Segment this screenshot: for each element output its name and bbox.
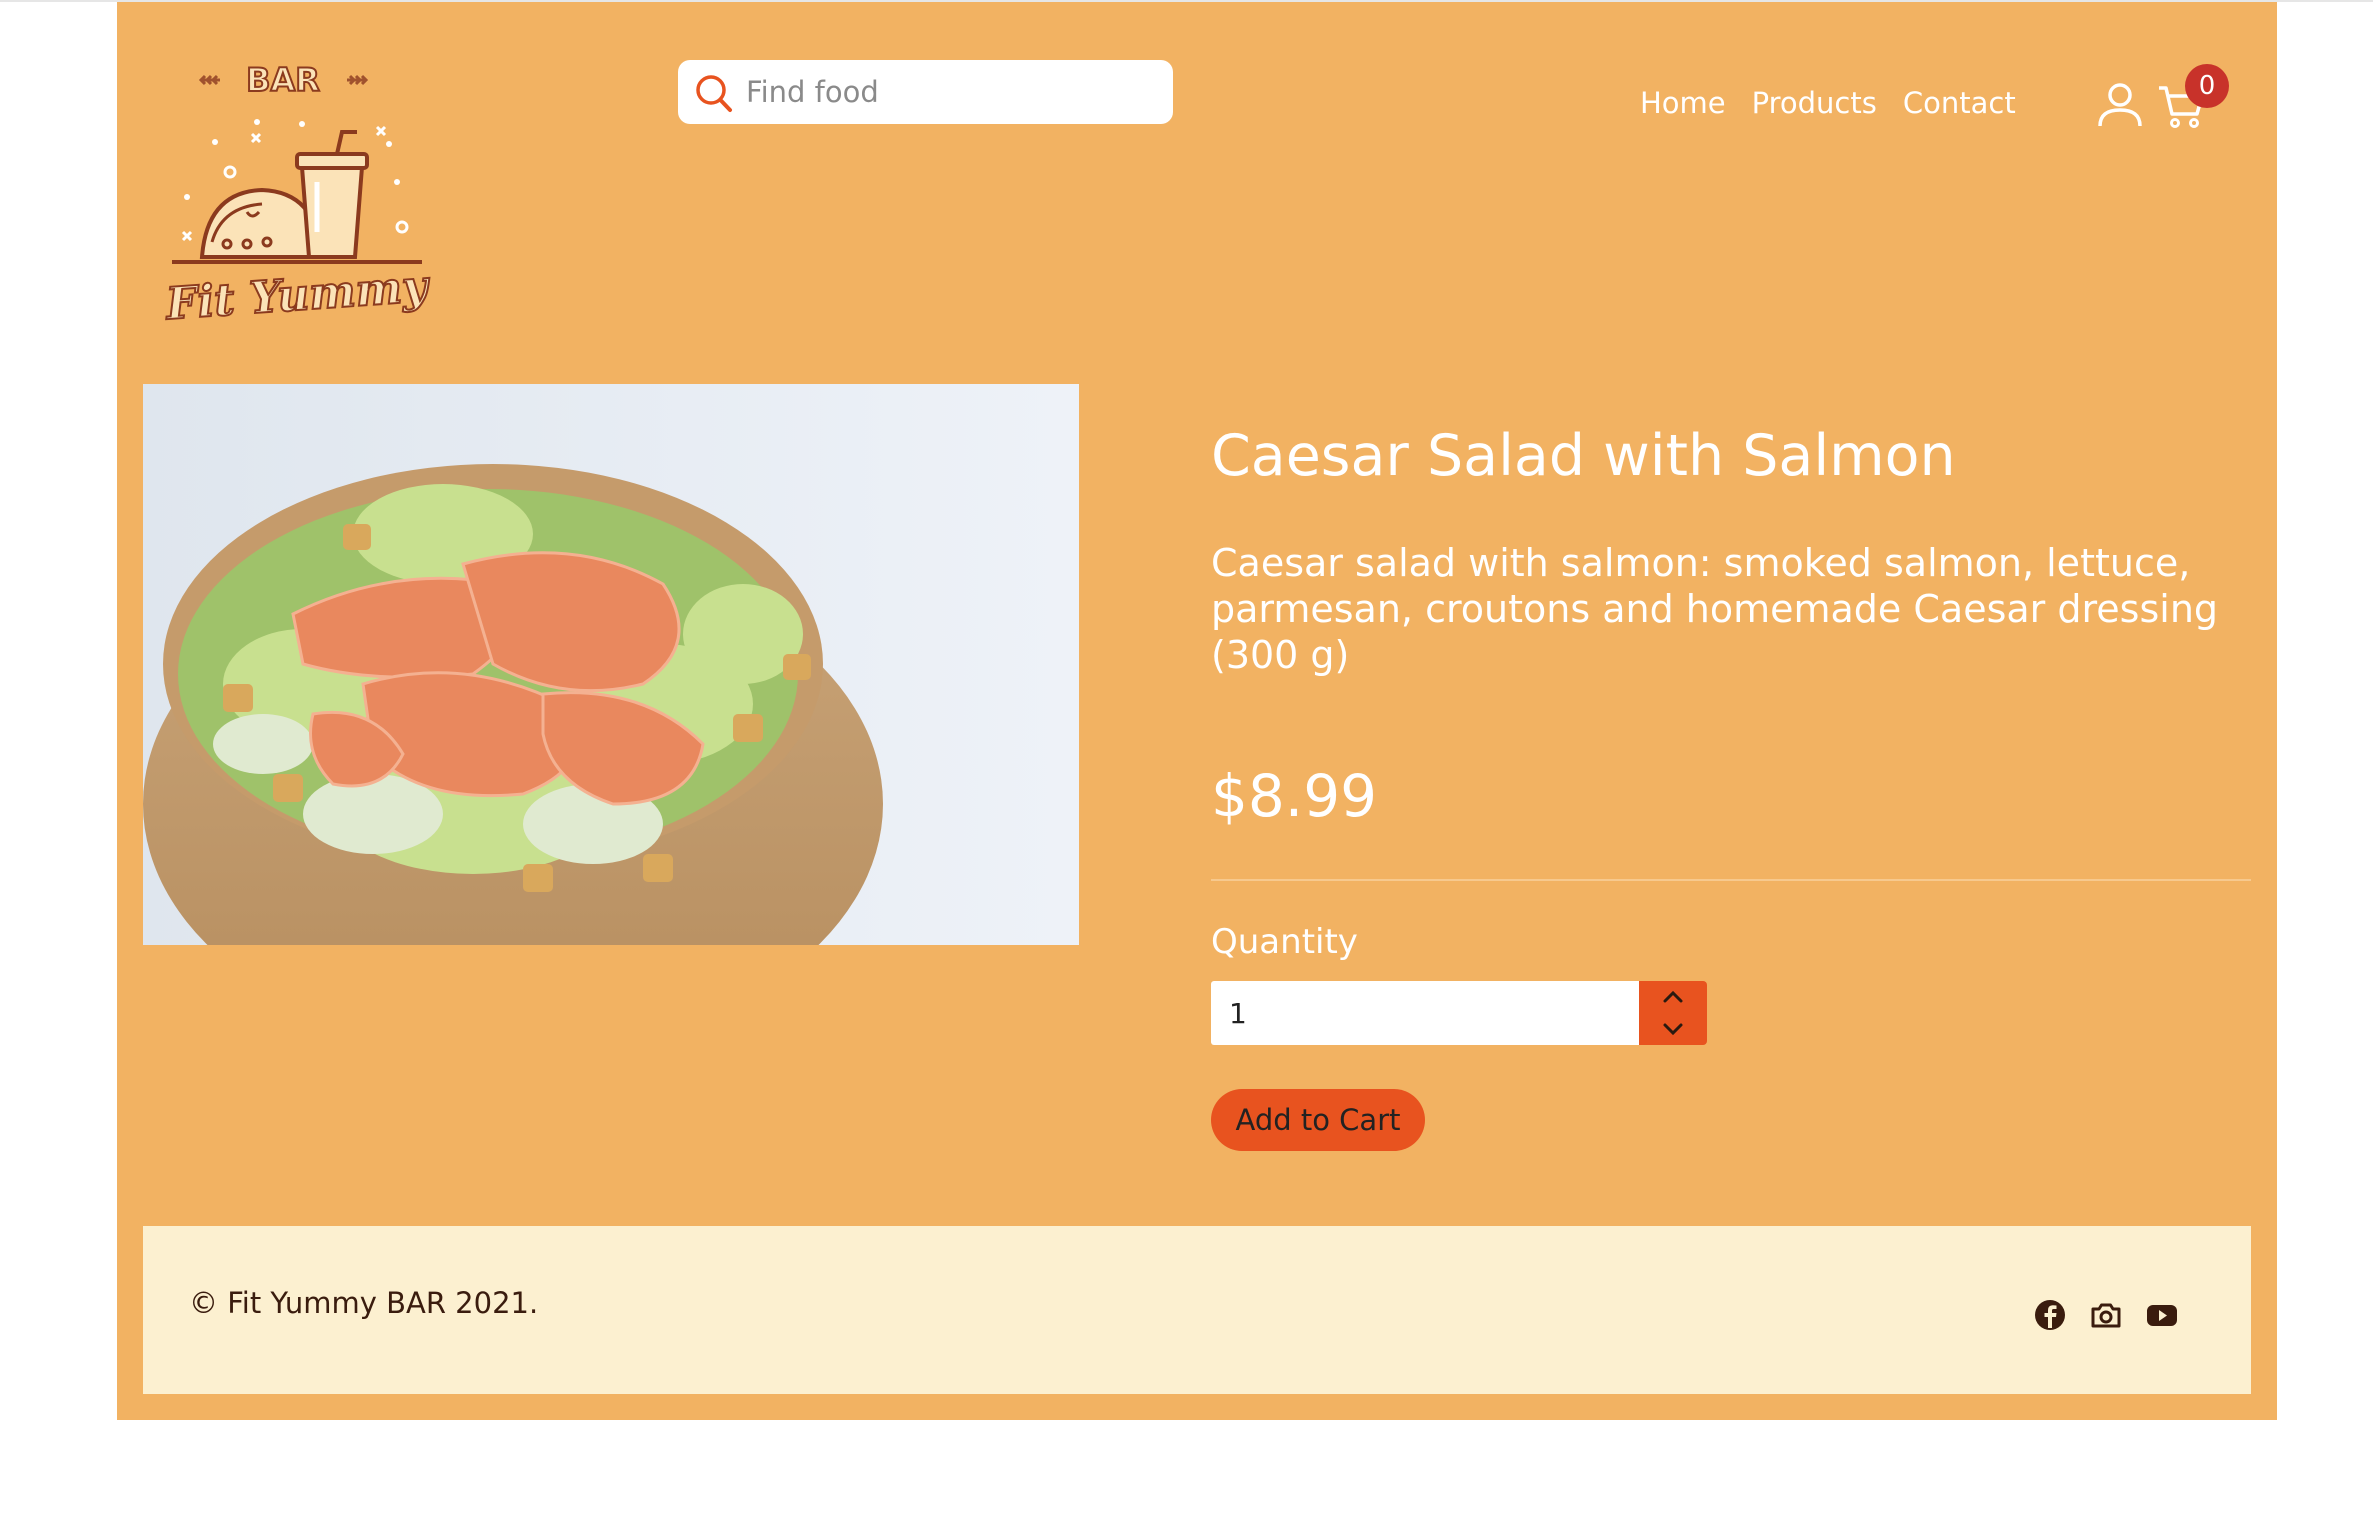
nav-link-contact[interactable]: Contact (1903, 86, 2016, 120)
product-image (143, 384, 1079, 945)
chevron-down-icon (1663, 1023, 1683, 1036)
page-container: BAR Fit Yummy Home (117, 2, 2277, 1420)
user-icon[interactable] (2095, 80, 2145, 130)
nav-link-home[interactable]: Home (1640, 86, 1726, 120)
youtube-icon[interactable] (2145, 1298, 2179, 1332)
camera-icon[interactable] (2089, 1298, 2123, 1332)
add-to-cart-button[interactable]: Add to Cart (1211, 1089, 1425, 1151)
quantity-decrement-button[interactable] (1639, 1013, 1707, 1045)
copyright-text: © Fit Yummy BAR 2021. (189, 1286, 539, 1320)
cart-count-badge: 0 (2185, 64, 2229, 108)
main-nav: Home Products Contact (1640, 86, 2016, 120)
brand-logo[interactable]: BAR Fit Yummy (147, 32, 437, 322)
quantity-increment-button[interactable] (1639, 981, 1707, 1013)
logo-top-text: BAR (246, 61, 320, 99)
quantity-label: Quantity (1211, 922, 1358, 962)
chevron-up-icon (1663, 990, 1683, 1003)
logo-name-text: Fit Yummy (163, 261, 433, 322)
nav-link-products[interactable]: Products (1752, 86, 1877, 120)
product-info: Caesar Salad with Salmon Caesar salad wi… (1211, 422, 2251, 678)
search-bar[interactable] (678, 60, 1173, 124)
divider (1211, 879, 2251, 881)
product-price: $8.99 (1211, 762, 1378, 830)
facebook-icon[interactable] (2033, 1298, 2067, 1332)
social-links (2033, 1298, 2179, 1332)
search-input[interactable] (746, 67, 1146, 117)
quantity-stepper[interactable] (1639, 981, 1707, 1045)
product-title: Caesar Salad with Salmon (1211, 423, 1956, 489)
search-icon (696, 75, 732, 112)
product-description: Caesar salad with salmon: smoked salmon,… (1211, 541, 2219, 678)
quantity-input[interactable] (1211, 981, 1639, 1045)
footer: © Fit Yummy BAR 2021. (143, 1226, 2251, 1394)
